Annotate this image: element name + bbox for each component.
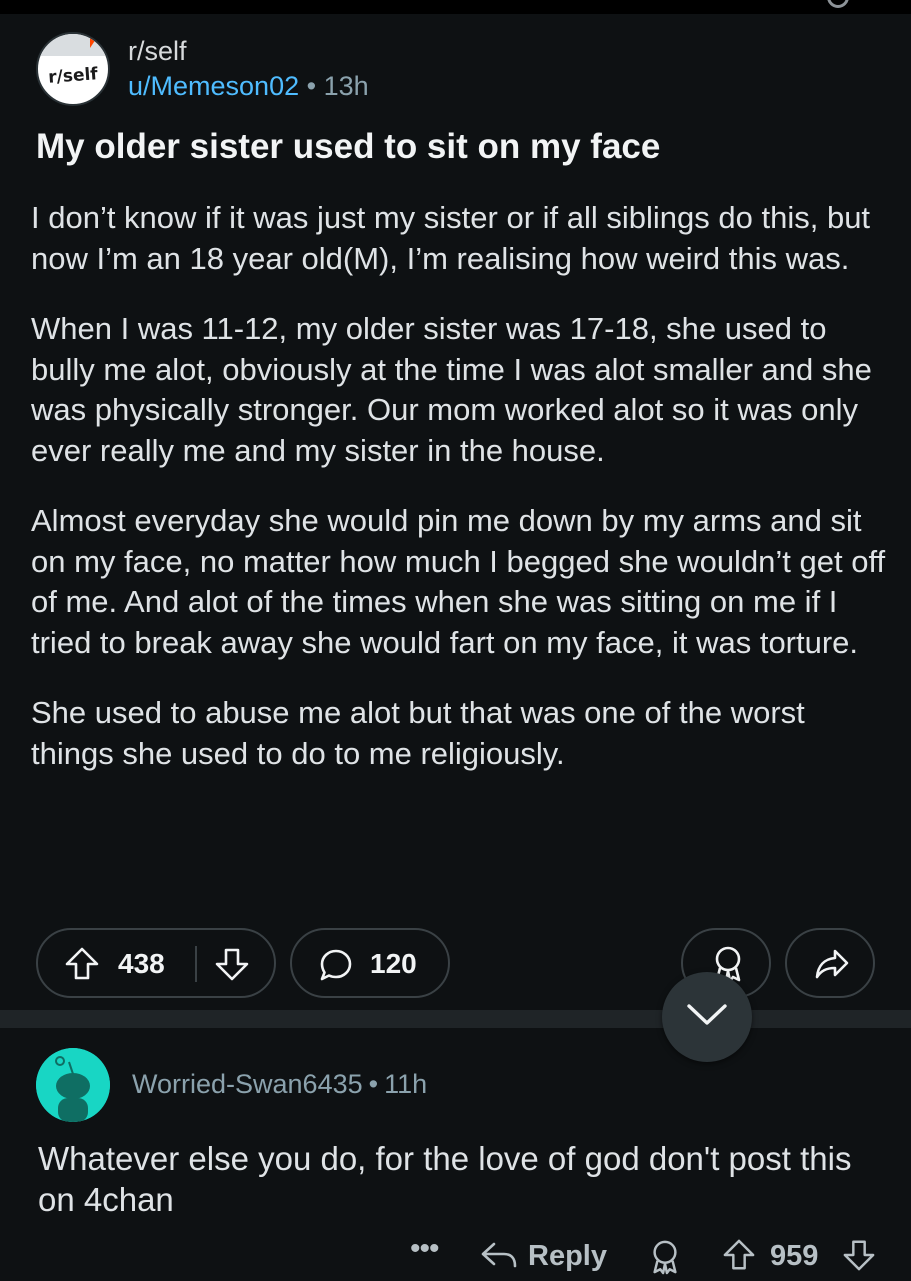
comment-count: 120 [370,948,417,979]
subreddit-avatar-text: r/self [47,64,99,88]
post-paragraph: I don’t know if it was just my sister or… [31,200,871,276]
vote-control: 438 [36,928,276,998]
comment-author[interactable]: Worried-Swan6435 [132,1069,363,1099]
downvote-arrow-icon[interactable] [842,1238,876,1277]
section-divider [0,1010,911,1028]
upvote-arrow-icon[interactable] [64,946,100,987]
reply-button[interactable]: Reply [528,1240,607,1273]
downvote-arrow-icon[interactable] [214,946,250,987]
post-author[interactable]: u/Memeson02 [128,71,299,101]
comment-meta: Worried-Swan6435 • 11h [132,1069,427,1100]
subreddit-avatar[interactable]: r/self [36,32,110,106]
meta-separator: • [306,71,317,101]
share-arrow-icon [814,946,850,987]
speech-bubble-icon [318,947,354,988]
share-button[interactable] [785,928,875,998]
comment-score: 959 [770,1240,819,1272]
subreddit-name[interactable]: r/self [128,36,187,67]
snoo-avatar-icon [36,1048,110,1122]
commenter-avatar[interactable] [36,1048,110,1122]
comment-actions: ••• Reply 959 [0,1230,911,1280]
flag-icon [90,36,98,48]
post-title: My older sister used to sit on my face [36,127,661,166]
comment-body: Whatever else you do, for the love of go… [38,1140,852,1218]
jump-to-next-button[interactable] [662,972,752,1062]
post-paragraph: When I was 11-12, my older sister was 17… [31,311,872,468]
post-time: 13h [323,71,369,101]
upvote-arrow-icon[interactable] [722,1238,756,1277]
status-bar-strip [0,0,911,14]
post-paragraph: She used to abuse me alot but that was o… [31,695,805,771]
meta-separator: • [368,1069,379,1099]
post-meta: u/Memeson02 • 13h [128,71,369,102]
award-ribbon-icon[interactable] [648,1238,682,1281]
status-indicator-icon [827,0,849,8]
ellipsis-icon[interactable]: ••• [410,1232,439,1266]
chevron-down-icon [685,1001,729,1034]
comments-button[interactable]: 120 [290,928,450,998]
comment-time: 11h [384,1069,428,1099]
vote-divider [195,946,197,982]
post-body: I don’t know if it was just my sister or… [31,198,891,804]
reply-arrow-icon[interactable] [480,1240,518,1277]
post-score: 438 [118,948,165,979]
post-paragraph: Almost everyday she would pin me down by… [31,503,886,660]
